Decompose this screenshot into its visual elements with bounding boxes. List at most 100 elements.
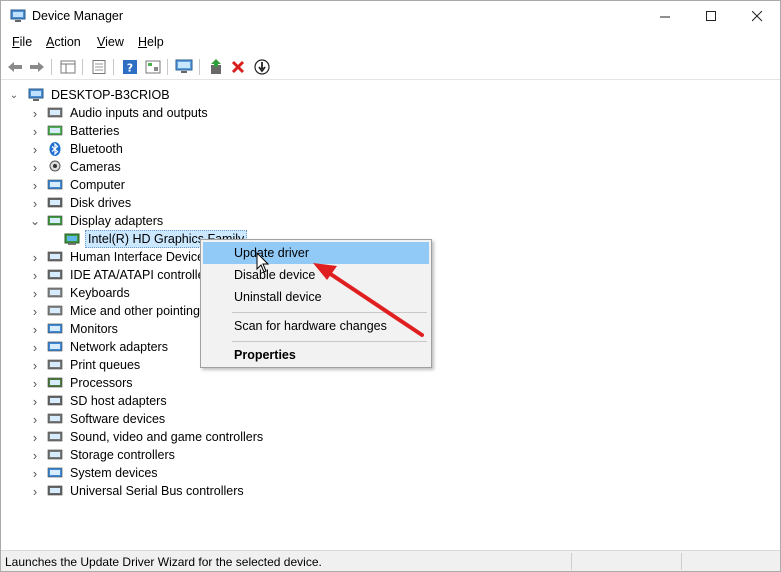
menu-scan-hardware[interactable]: Scan for hardware changes — [203, 315, 429, 337]
tree-item-label: Audio inputs and outputs — [70, 106, 208, 120]
chevron-right-icon[interactable]: › — [29, 320, 41, 338]
tree-item-label: Disk drives — [70, 196, 132, 210]
properties-icon — [92, 60, 106, 74]
chevron-right-icon[interactable]: › — [29, 302, 41, 320]
tree-item-storage-controllers[interactable]: › Storage controllers — [29, 446, 177, 464]
tree-item-label: Software devices — [70, 412, 166, 426]
chevron-right-icon[interactable]: › — [29, 248, 41, 266]
tree-item-label: Bluetooth — [70, 142, 123, 156]
tree-item-computer[interactable]: › Computer — [29, 176, 127, 194]
tree-item-processors[interactable]: › Processors — [29, 374, 135, 392]
toolbar: ? — [1, 54, 780, 80]
chevron-down-icon[interactable]: ⌄ — [29, 212, 41, 230]
tree-item-software-devices[interactable]: › Software devices — [29, 410, 167, 428]
update-driver-icon — [211, 59, 221, 74]
menu-separator — [232, 312, 427, 313]
ide-ata-atapi-controllers-icon — [47, 269, 63, 280]
display-adapters-icon — [47, 215, 63, 226]
console-tree-button[interactable] — [59, 58, 77, 76]
tree-item-label: Human Interface Devices — [70, 250, 211, 264]
menu-update-driver[interactable]: Update driver — [203, 242, 429, 264]
monitors-icon — [47, 323, 63, 334]
chevron-right-icon[interactable]: › — [29, 266, 41, 284]
chevron-right-icon[interactable]: › — [29, 194, 41, 212]
chevron-right-icon[interactable]: › — [29, 464, 41, 482]
tree-item-keyboards[interactable]: › Keyboards — [29, 284, 132, 302]
menu-action[interactable]: Action — [46, 35, 81, 49]
chevron-right-icon[interactable]: › — [29, 392, 41, 410]
uninstall-button[interactable] — [229, 58, 247, 76]
disable-device-button[interactable] — [253, 58, 271, 76]
tree-item-batteries[interactable]: › Batteries — [29, 122, 121, 140]
update-driver-button[interactable] — [207, 58, 225, 76]
chevron-right-icon[interactable]: › — [29, 284, 41, 302]
disable-device-icon — [254, 59, 270, 75]
universal-serial-bus-controllers-icon — [47, 485, 63, 496]
tree-item-label: System devices — [70, 466, 158, 480]
tree-item-sd-host-adapters[interactable]: › SD host adapters — [29, 392, 169, 410]
sd-host-adapters-icon — [47, 395, 63, 406]
menu-file[interactable]: File — [12, 35, 32, 49]
computer-root-icon — [28, 88, 44, 101]
tree-item-ide-ata-atapi-controllers[interactable]: › IDE ATA/ATAPI controllers — [29, 266, 217, 284]
chevron-right-icon[interactable]: › — [29, 158, 41, 176]
close-button[interactable] — [734, 1, 780, 32]
tree-item-monitors[interactable]: › Monitors — [29, 320, 120, 338]
tree-item-label: Sound, video and game controllers — [70, 430, 264, 444]
console-tree-icon — [60, 60, 76, 74]
tree-item-label: Storage controllers — [70, 448, 175, 462]
forward-button[interactable] — [28, 58, 46, 76]
tree-item-print-queues[interactable]: › Print queues — [29, 356, 142, 374]
chevron-right-icon[interactable]: › — [29, 374, 41, 392]
tree-root[interactable]: ⌄ DESKTOP-B3CRIOB — [8, 86, 172, 104]
minimize-icon — [659, 16, 670, 18]
menu-view[interactable]: View — [97, 35, 124, 49]
back-button[interactable] — [6, 58, 24, 76]
tree-item-label: Network adapters — [70, 340, 168, 354]
close-icon — [751, 11, 762, 22]
minimize-button[interactable] — [642, 1, 688, 32]
chevron-down-icon[interactable]: ⌄ — [8, 86, 20, 104]
show-hidden-icon — [145, 60, 161, 74]
menu-help[interactable]: Help — [138, 35, 164, 49]
tree-item-universal-serial-bus-controllers[interactable]: › Universal Serial Bus controllers — [29, 482, 246, 500]
help-button[interactable]: ? — [121, 58, 139, 76]
chevron-right-icon[interactable]: › — [29, 356, 41, 374]
chevron-right-icon[interactable]: › — [29, 338, 41, 356]
tree-item-label: Universal Serial Bus controllers — [70, 484, 244, 498]
scan-hardware-button[interactable] — [175, 58, 193, 76]
audio-inputs-and-outputs-icon — [47, 107, 63, 118]
computer-icon — [47, 179, 63, 190]
chevron-right-icon[interactable]: › — [29, 176, 41, 194]
maximize-button[interactable] — [688, 1, 734, 32]
chevron-right-icon[interactable]: › — [29, 428, 41, 446]
chevron-right-icon[interactable]: › — [29, 104, 41, 122]
tree-item-audio-inputs-and-outputs[interactable]: › Audio inputs and outputs — [29, 104, 210, 122]
tree-item-disk-drives[interactable]: › Disk drives — [29, 194, 133, 212]
menu-uninstall-device[interactable]: Uninstall device — [203, 286, 429, 308]
tree-item-sound-video-and-game-controllers[interactable]: › Sound, video and game controllers — [29, 428, 265, 446]
disk-drives-icon — [47, 197, 63, 208]
svg-text:?: ? — [127, 62, 133, 75]
tree-item-human-interface-devices[interactable]: › Human Interface Devices — [29, 248, 212, 266]
print-queues-icon — [47, 359, 63, 370]
tree-item-display-adapters[interactable]: ⌄ Display adapters — [29, 212, 165, 230]
tree-item-network-adapters[interactable]: › Network adapters — [29, 338, 170, 356]
tree-item-system-devices[interactable]: › System devices — [29, 464, 160, 482]
processors-icon — [47, 377, 63, 388]
chevron-right-icon[interactable]: › — [29, 410, 41, 428]
chevron-right-icon[interactable]: › — [29, 122, 41, 140]
show-hidden-button[interactable] — [144, 58, 162, 76]
menu-properties[interactable]: Properties — [203, 344, 429, 366]
status-bar: Launches the Update Driver Wizard for th… — [1, 550, 780, 571]
chevron-right-icon[interactable]: › — [29, 482, 41, 500]
menu-disable-device[interactable]: Disable device — [203, 264, 429, 286]
chevron-right-icon[interactable]: › — [29, 140, 41, 158]
tree-item-label: Monitors — [70, 322, 118, 336]
forward-arrow-icon — [30, 62, 44, 72]
mice-and-other-pointing-devices-icon — [47, 305, 63, 316]
tree-item-cameras[interactable]: › Cameras — [29, 158, 123, 176]
properties-button[interactable] — [90, 58, 108, 76]
chevron-right-icon[interactable]: › — [29, 446, 41, 464]
tree-item-bluetooth[interactable]: › Bluetooth — [29, 140, 125, 158]
